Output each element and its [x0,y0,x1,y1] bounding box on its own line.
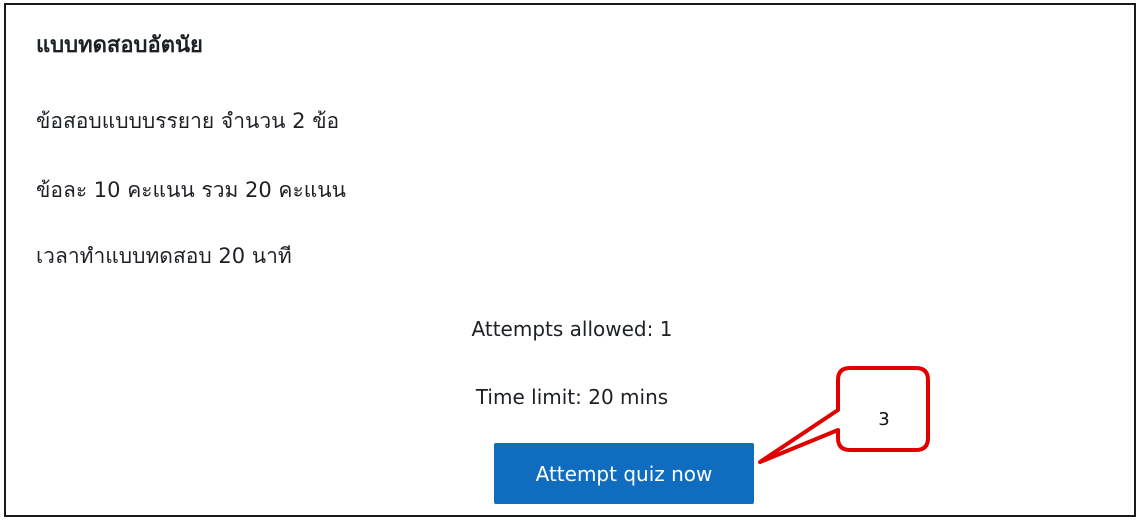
quiz-title: แบบทดสอบอัตนัย [36,33,203,58]
callout-number-label: 3 [878,409,890,430]
quiz-description-line: ข้อละ 10 คะแนน รวม 20 คะแนน [36,178,346,202]
quiz-description-line: ข้อสอบแบบบรรยาย จำนวน 2 ข้อ [36,109,340,133]
quiz-intro-panel: แบบทดสอบอัตนัย ข้อสอบแบบบรรยาย จำนวน 2 ข… [4,3,1136,517]
time-limit-text: Time limit: 20 mins [475,385,669,409]
quiz-description-line: เวลาทำแบบทดสอบ 20 นาที [36,244,292,268]
attempt-quiz-button[interactable]: Attempt quiz now [494,443,754,504]
attempts-allowed-text: Attempts allowed: 1 [471,317,673,341]
